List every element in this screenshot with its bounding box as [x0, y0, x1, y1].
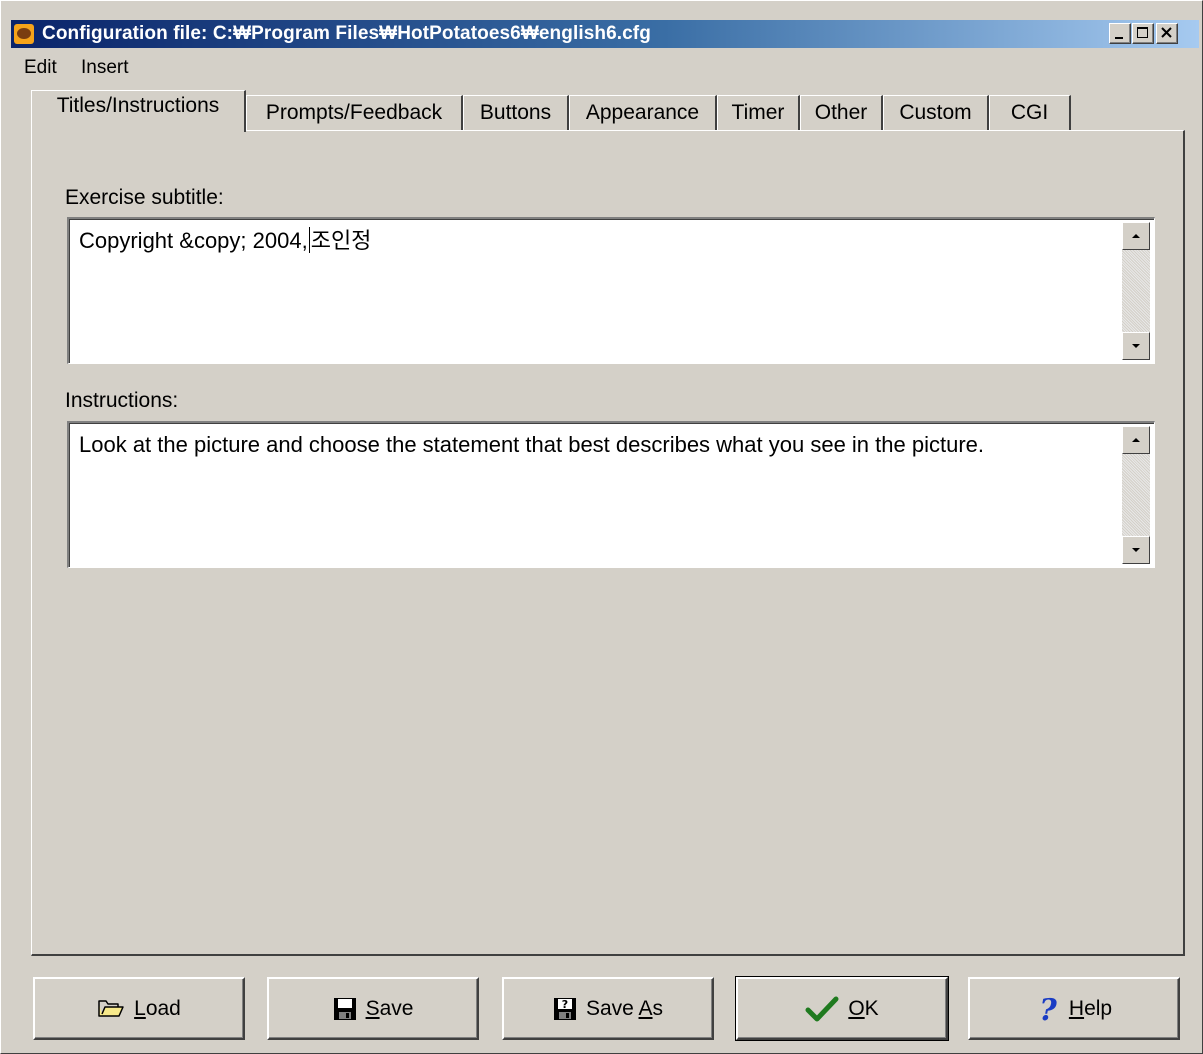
close-button[interactable]	[1156, 23, 1178, 44]
subtitle-text-after-caret: 조인정	[310, 228, 372, 253]
subtitle-scroll-up-button[interactable]	[1122, 222, 1150, 250]
maximize-icon	[1137, 27, 1148, 38]
svg-text:?: ?	[1039, 994, 1057, 1024]
config-window: Configuration file: C:₩Program Files₩Hot…	[0, 0, 1203, 1054]
scroll-down-arrow-icon	[1132, 344, 1140, 348]
menu-insert[interactable]: Insert	[81, 57, 129, 79]
help-button-label: Help	[1068, 996, 1113, 1020]
svg-text:?: ?	[562, 998, 568, 1011]
subtitle-scroll-down-button[interactable]	[1122, 332, 1150, 360]
tab-cgi[interactable]: CGI	[989, 95, 1071, 131]
exercise-subtitle-field[interactable]: Copyright &copy; 2004, 조인정	[67, 217, 1155, 364]
tab-buttons[interactable]: Buttons	[463, 95, 569, 131]
checkmark-icon	[805, 996, 839, 1021]
scroll-up-arrow-icon	[1132, 234, 1140, 238]
close-icon	[1161, 27, 1172, 38]
minimize-button[interactable]	[1109, 23, 1131, 44]
instructions-text: Look at the picture and choose the state…	[79, 432, 984, 457]
exercise-subtitle-label: Exercise subtitle:	[65, 186, 224, 209]
tab-custom[interactable]: Custom	[883, 95, 989, 131]
exercise-subtitle-text: Copyright &copy; 2004, 조인정	[79, 225, 1108, 256]
subtitle-scrollbar[interactable]	[1122, 222, 1150, 360]
title-bar[interactable]: Configuration file: C:₩Program Files₩Hot…	[11, 20, 1199, 48]
load-button[interactable]: Load	[33, 977, 245, 1040]
tab-timer[interactable]: Timer	[717, 95, 800, 131]
ok-button-label: OK	[848, 996, 879, 1020]
floppy-disk-question-icon: ?	[553, 997, 576, 1020]
scroll-down-arrow-icon	[1132, 548, 1140, 552]
save-button[interactable]: Save	[267, 977, 479, 1040]
menu-edit[interactable]: Edit	[24, 57, 57, 79]
tab-appearance[interactable]: Appearance	[569, 95, 717, 131]
instructions-scrollbar[interactable]	[1122, 426, 1150, 564]
question-mark-icon: ?	[1039, 994, 1057, 1024]
help-button[interactable]: ? Help	[968, 977, 1180, 1040]
floppy-disk-icon	[333, 997, 356, 1020]
subtitle-text-before-caret: Copyright &copy; 2004,	[79, 228, 308, 253]
save-as-button[interactable]: ? Save As	[502, 977, 714, 1040]
window-title: Configuration file: C:₩Program Files₩Hot…	[42, 23, 651, 44]
save-as-button-label: Save As	[585, 996, 664, 1020]
instructions-field[interactable]: Look at the picture and choose the state…	[67, 421, 1155, 568]
tab-titles-instructions[interactable]: Titles/Instructions	[31, 90, 246, 132]
folder-open-icon	[98, 999, 124, 1017]
minimize-icon	[1115, 37, 1123, 39]
instructions-scroll-up-button[interactable]	[1122, 426, 1150, 454]
maximize-button[interactable]	[1132, 23, 1154, 44]
tab-panel-titles-instructions: Exercise subtitle: Copyright &copy; 2004…	[31, 130, 1185, 956]
hot-potatoes-app-icon[interactable]	[14, 24, 34, 44]
ok-button[interactable]: OK	[735, 976, 949, 1041]
tab-other[interactable]: Other	[800, 95, 883, 131]
instructions-scroll-down-button[interactable]	[1122, 536, 1150, 564]
tab-prompts-feedback[interactable]: Prompts/Feedback	[246, 95, 463, 131]
save-button-label: Save	[365, 996, 414, 1020]
scroll-up-arrow-icon	[1132, 438, 1140, 442]
instructions-label: Instructions:	[65, 389, 179, 412]
text-caret	[308, 227, 310, 253]
load-button-label: Load	[134, 996, 181, 1020]
